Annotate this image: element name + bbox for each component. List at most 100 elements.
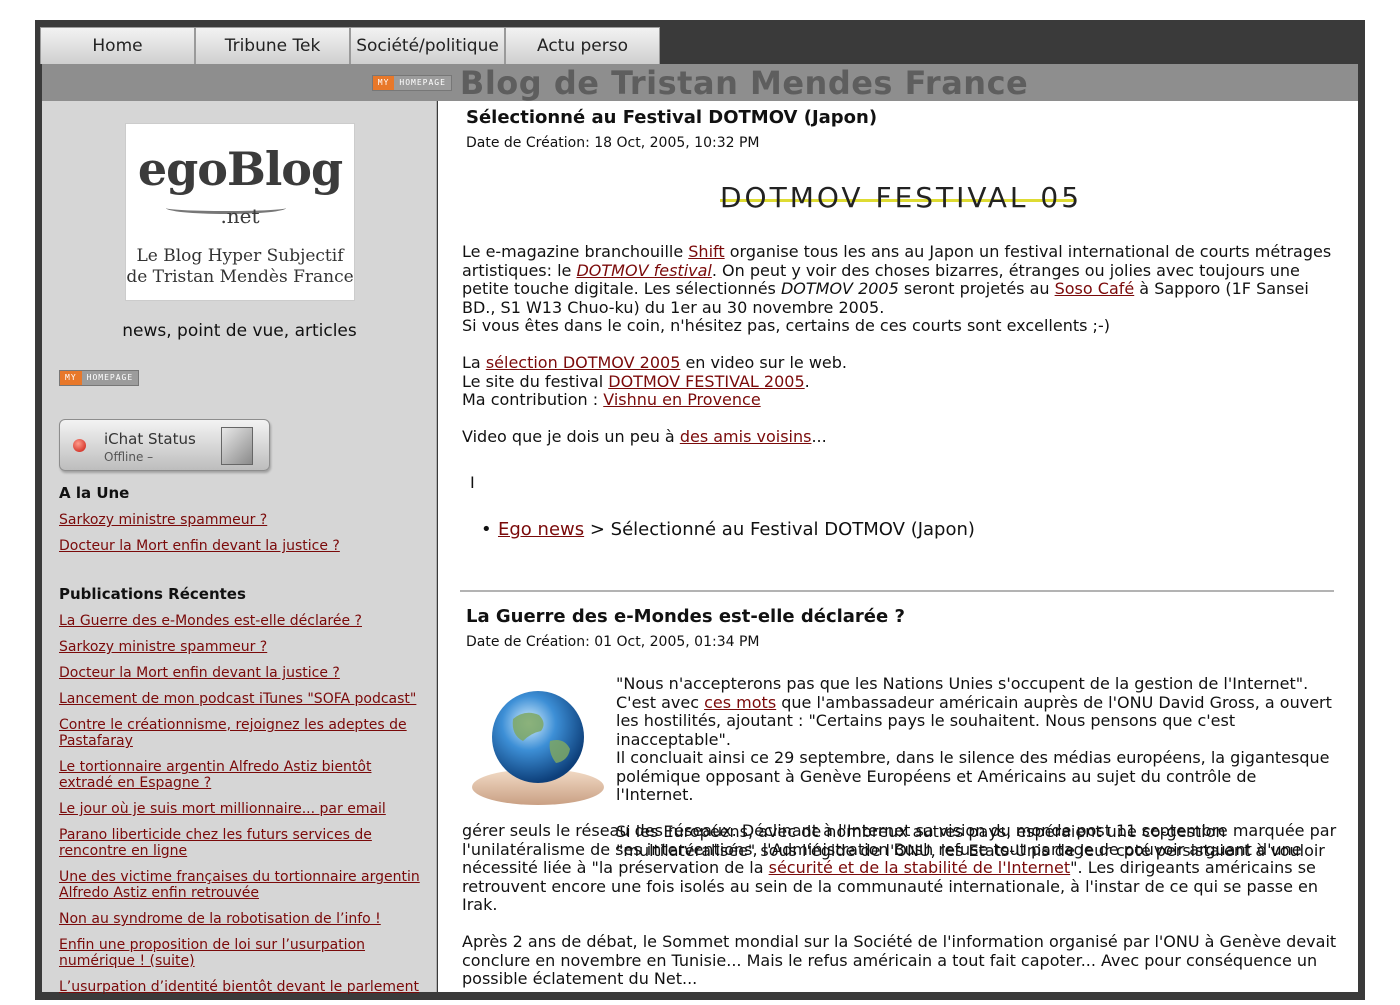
text: Le e-magazine branchouille — [462, 242, 689, 261]
logo-net-text: .net — [220, 204, 260, 228]
sidebar-tagline: news, point de vue, articles — [122, 321, 357, 341]
paragraph: Il concluait ainsi ce 29 septembre, dans… — [616, 748, 1330, 804]
paragraph: Le site du festival DOTMOV FESTIVAL 2005… — [462, 371, 1342, 392]
logo-tag-line2: de Tristan Mendès France — [126, 267, 354, 287]
logo-ego-text: egoBlog — [137, 142, 343, 196]
list-item: Le jour où je suis mort millionnaire... … — [59, 801, 424, 817]
breadcrumb: Ego news > Sélectionné au Festival DOTMO… — [481, 519, 975, 540]
recent-post-link[interactable]: La Guerre des e-Mondes est-elle déclarée… — [59, 613, 362, 629]
text: Le site du festival — [462, 371, 609, 391]
a-la-une-heading: A la Une — [59, 484, 130, 502]
paragraph: Le e-magazine branchouille Shift organis… — [462, 242, 1342, 317]
tab-home[interactable]: Home — [40, 27, 195, 64]
logo-text: DOTMOV FESTIVAL 05 — [720, 181, 1083, 214]
post-title[interactable]: La Guerre des e-Mondes est-elle déclarée… — [466, 606, 905, 627]
logo-tagline: Le Blog Hyper Subjectif de Tristan Mendè… — [126, 246, 354, 288]
post-date: Date de Création: 01 Oct, 2005, 01:34 PM — [466, 634, 760, 650]
vishnu-link[interactable]: Vishnu en Provence — [603, 390, 760, 409]
list-item: Docteur la Mort enfin devant la justice … — [59, 665, 424, 681]
recent-post-link[interactable]: Le tortionnaire argentin Alfredo Astiz b… — [59, 759, 371, 791]
badge-my-label: MY — [60, 371, 82, 385]
text: en video sur le web. — [680, 353, 848, 372]
status-dot-icon — [73, 439, 86, 452]
post-title[interactable]: Sélectionné au Festival DOTMOV (Japon) — [466, 107, 877, 128]
text: . — [804, 371, 810, 391]
ces-mots-link[interactable]: ces mots — [704, 693, 776, 712]
ichat-title: iChat Status — [104, 430, 196, 448]
shift-link[interactable]: Shift — [688, 242, 724, 261]
list-item: La Guerre des e-Mondes est-elle déclarée… — [59, 613, 424, 629]
my-homepage-badge[interactable]: MY HOMEPAGE — [371, 74, 452, 91]
a-la-une-list: Sarkozy ministre spammeur ? Docteur la M… — [59, 512, 424, 564]
badge-my-label: MY — [372, 75, 395, 90]
tab-actu-perso[interactable]: Actu perso — [505, 27, 660, 64]
recent-post-link[interactable]: Parano liberticide chez les futurs servi… — [59, 827, 372, 859]
text: seront projetés au — [898, 279, 1055, 298]
post-date: Date de Création: 18 Oct, 2005, 10:32 PM — [466, 135, 760, 151]
paragraph: Video que je dois un peu à des amis vois… — [462, 427, 1342, 447]
soso-cafe-link[interactable]: Soso Café — [1055, 279, 1135, 298]
badge-homepage-label: HOMEPAGE — [81, 371, 139, 385]
list-item: Le tortionnaire argentin Alfredo Astiz b… — [59, 759, 424, 791]
list-item: Docteur la Mort enfin devant la justice … — [59, 538, 424, 554]
main-content: Sélectionné au Festival DOTMOV (Japon) D… — [438, 101, 1358, 992]
text: La — [462, 353, 486, 372]
publications-recentes-list: La Guerre des e-Mondes est-elle déclarée… — [59, 613, 424, 1005]
securite-link[interactable]: sécurité et de la stabilité de l'Interne… — [769, 858, 1071, 877]
list-item: Contre le créationnisme, rejoignez les a… — [59, 717, 424, 749]
recent-post-link[interactable]: Enfin une proposition de loi sur l’usurp… — [59, 937, 365, 969]
list-item: Une des victime françaises du tortionnai… — [59, 869, 424, 901]
ichat-status-widget[interactable]: iChat Status Offline – — [59, 419, 270, 471]
tab-societe-politique[interactable]: Société/politique — [350, 27, 505, 64]
recent-post-link[interactable]: Le jour où je suis mort millionnaire... … — [59, 801, 386, 817]
ego-news-link[interactable]: Ego news — [498, 519, 584, 540]
text-cursor: I — [470, 473, 475, 492]
amis-voisins-link[interactable]: des amis voisins — [680, 427, 812, 446]
link-text: DOTMOV festival — [576, 260, 712, 280]
globe-in-hand-image — [468, 679, 608, 807]
post-body: Le e-magazine branchouille Shift organis… — [462, 242, 1342, 447]
text: Video que je dois un peu à — [462, 427, 680, 446]
list-item: Lancement de mon podcast iTunes "SOFA po… — [59, 691, 424, 707]
dotmov-festival-logo: DOTMOV FESTIVAL 05 — [720, 181, 1080, 217]
post-body: gérer seuls le réseau des réseaux. Décli… — [462, 821, 1342, 989]
paragraph: Ma contribution : Vishnu en Provence — [462, 390, 1342, 410]
recent-post-link[interactable]: Sarkozy ministre spammeur ? — [59, 639, 267, 655]
recent-post-link[interactable]: Non au syndrome de la robotisation de l’… — [59, 911, 381, 927]
egoblog-logo[interactable]: egoBlog .net Le Blog Hyper Subjectif de … — [125, 123, 355, 301]
paragraph: gérer seuls le réseau des réseaux. Décli… — [462, 821, 1342, 915]
list-item: Sarkozy ministre spammeur ? — [59, 512, 424, 528]
recent-post-link[interactable]: L’usurpation d’identité bientôt devant l… — [59, 979, 419, 995]
text: ... — [811, 427, 827, 446]
recent-post-link[interactable]: Une des victime françaises du tortionnai… — [59, 869, 420, 901]
selection-link[interactable]: sélection DOTMOV 2005 — [486, 353, 681, 372]
paragraph: Après 2 ans de débat, le Sommet mondial … — [462, 932, 1337, 988]
recent-post-link[interactable]: Contre le créationnisme, rejoignez les a… — [59, 717, 407, 749]
list-item: Sarkozy ministre spammeur ? — [59, 639, 424, 655]
avatar — [221, 427, 253, 465]
emphasis: DOTMOV 2005 — [780, 279, 899, 298]
breadcrumb-current: > Sélectionné au Festival DOTMOV (Japon) — [584, 519, 975, 540]
blog-banner: MY HOMEPAGE Blog de Tristan Mendes Franc… — [42, 63, 1358, 102]
list-item: L’usurpation d’identité bientôt devant l… — [59, 979, 424, 995]
publications-recentes-heading: Publications Récentes — [59, 585, 246, 603]
logo-tag-line1: Le Blog Hyper Subjectif — [136, 246, 344, 266]
a-la-une-link[interactable]: Sarkozy ministre spammeur ? — [59, 512, 267, 528]
ichat-status: Offline – — [104, 450, 154, 464]
recent-post-link[interactable]: Lancement de mon podcast iTunes "SOFA po… — [59, 691, 416, 707]
tab-tribune-tek[interactable]: Tribune Tek — [195, 27, 350, 64]
festival-site-link[interactable]: DOTMOV FESTIVAL 2005 — [608, 372, 804, 391]
post-divider — [460, 590, 1334, 592]
top-nav: Home Tribune Tek Société/politique Actu … — [40, 27, 660, 64]
sidebar-my-homepage-badge[interactable]: MY HOMEPAGE — [59, 370, 140, 386]
blog-title: Blog de Tristan Mendes France — [459, 63, 1029, 102]
recent-post-link[interactable]: Docteur la Mort enfin devant la justice … — [59, 665, 340, 681]
dotmov-festival-link[interactable]: DOTMOV festival — [576, 261, 711, 280]
paragraph: "Nous n'accepterons pas que les Nations … — [616, 674, 1336, 749]
list-item: Enfin une proposition de loi sur l’usurp… — [59, 937, 424, 969]
a-la-une-link[interactable]: Docteur la Mort enfin devant la justice … — [59, 538, 340, 554]
text: Ma contribution : — [462, 390, 604, 409]
paragraph: La sélection DOTMOV 2005 en video sur le… — [462, 353, 1342, 373]
